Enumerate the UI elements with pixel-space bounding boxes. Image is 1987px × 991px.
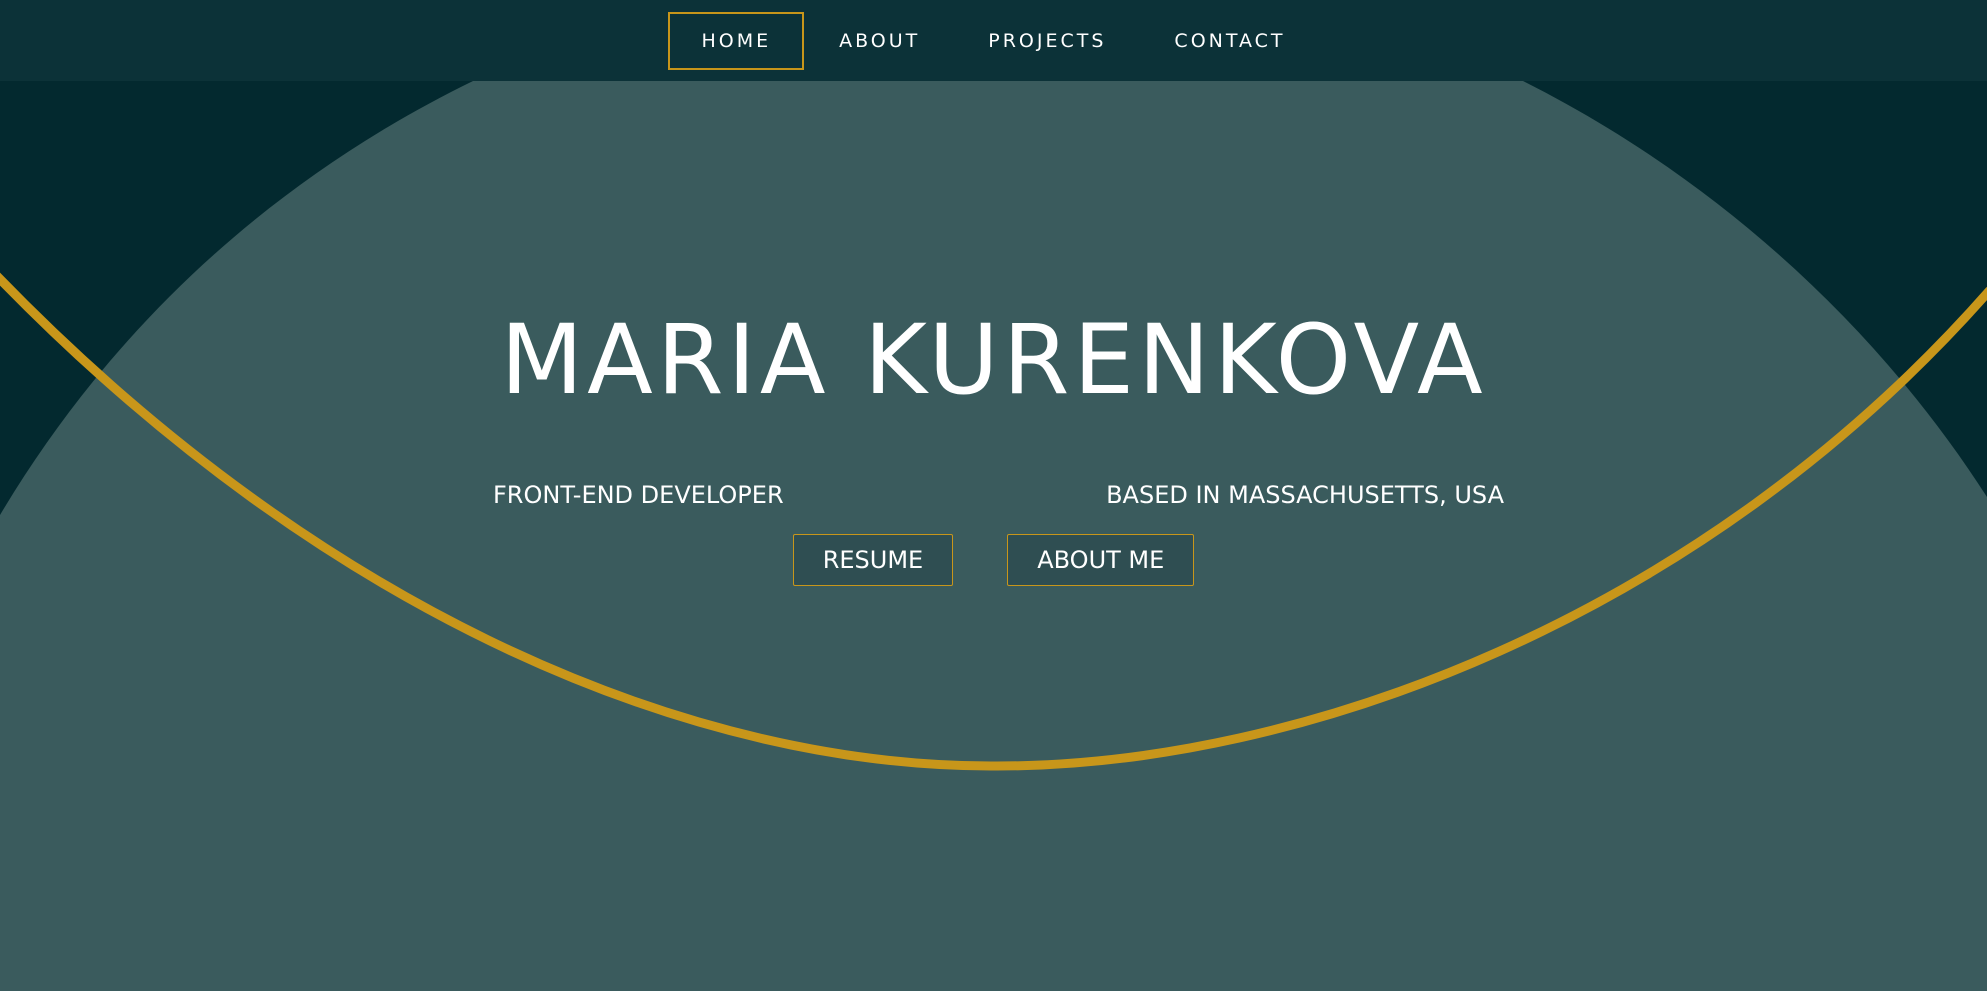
page: HOME ABOUT PROJECTS CONTACT MARIA KURENK…: [0, 0, 1987, 991]
nav-list: HOME ABOUT PROJECTS CONTACT: [667, 11, 1319, 70]
resume-button[interactable]: RESUME: [792, 534, 954, 586]
nav-item-about[interactable]: ABOUT: [806, 12, 953, 70]
nav-item-contact[interactable]: CONTACT: [1141, 12, 1318, 70]
hero-location: BASED IN MASSACHUSETTS, USA: [1106, 481, 1504, 509]
hero-role: FRONT-END DEVELOPER: [493, 481, 784, 509]
top-navigation: HOME ABOUT PROJECTS CONTACT: [0, 0, 1987, 81]
nav-item-projects[interactable]: PROJECTS: [955, 12, 1139, 70]
hero-section: MARIA KURENKOVA FRONT-END DEVELOPER BASE…: [0, 0, 1987, 991]
hero-buttons: RESUME ABOUT ME: [0, 534, 1987, 586]
hero-name: MARIA KURENKOVA: [500, 304, 1487, 416]
nav-item-home[interactable]: HOME: [668, 11, 805, 70]
about-me-button[interactable]: ABOUT ME: [1007, 534, 1195, 586]
